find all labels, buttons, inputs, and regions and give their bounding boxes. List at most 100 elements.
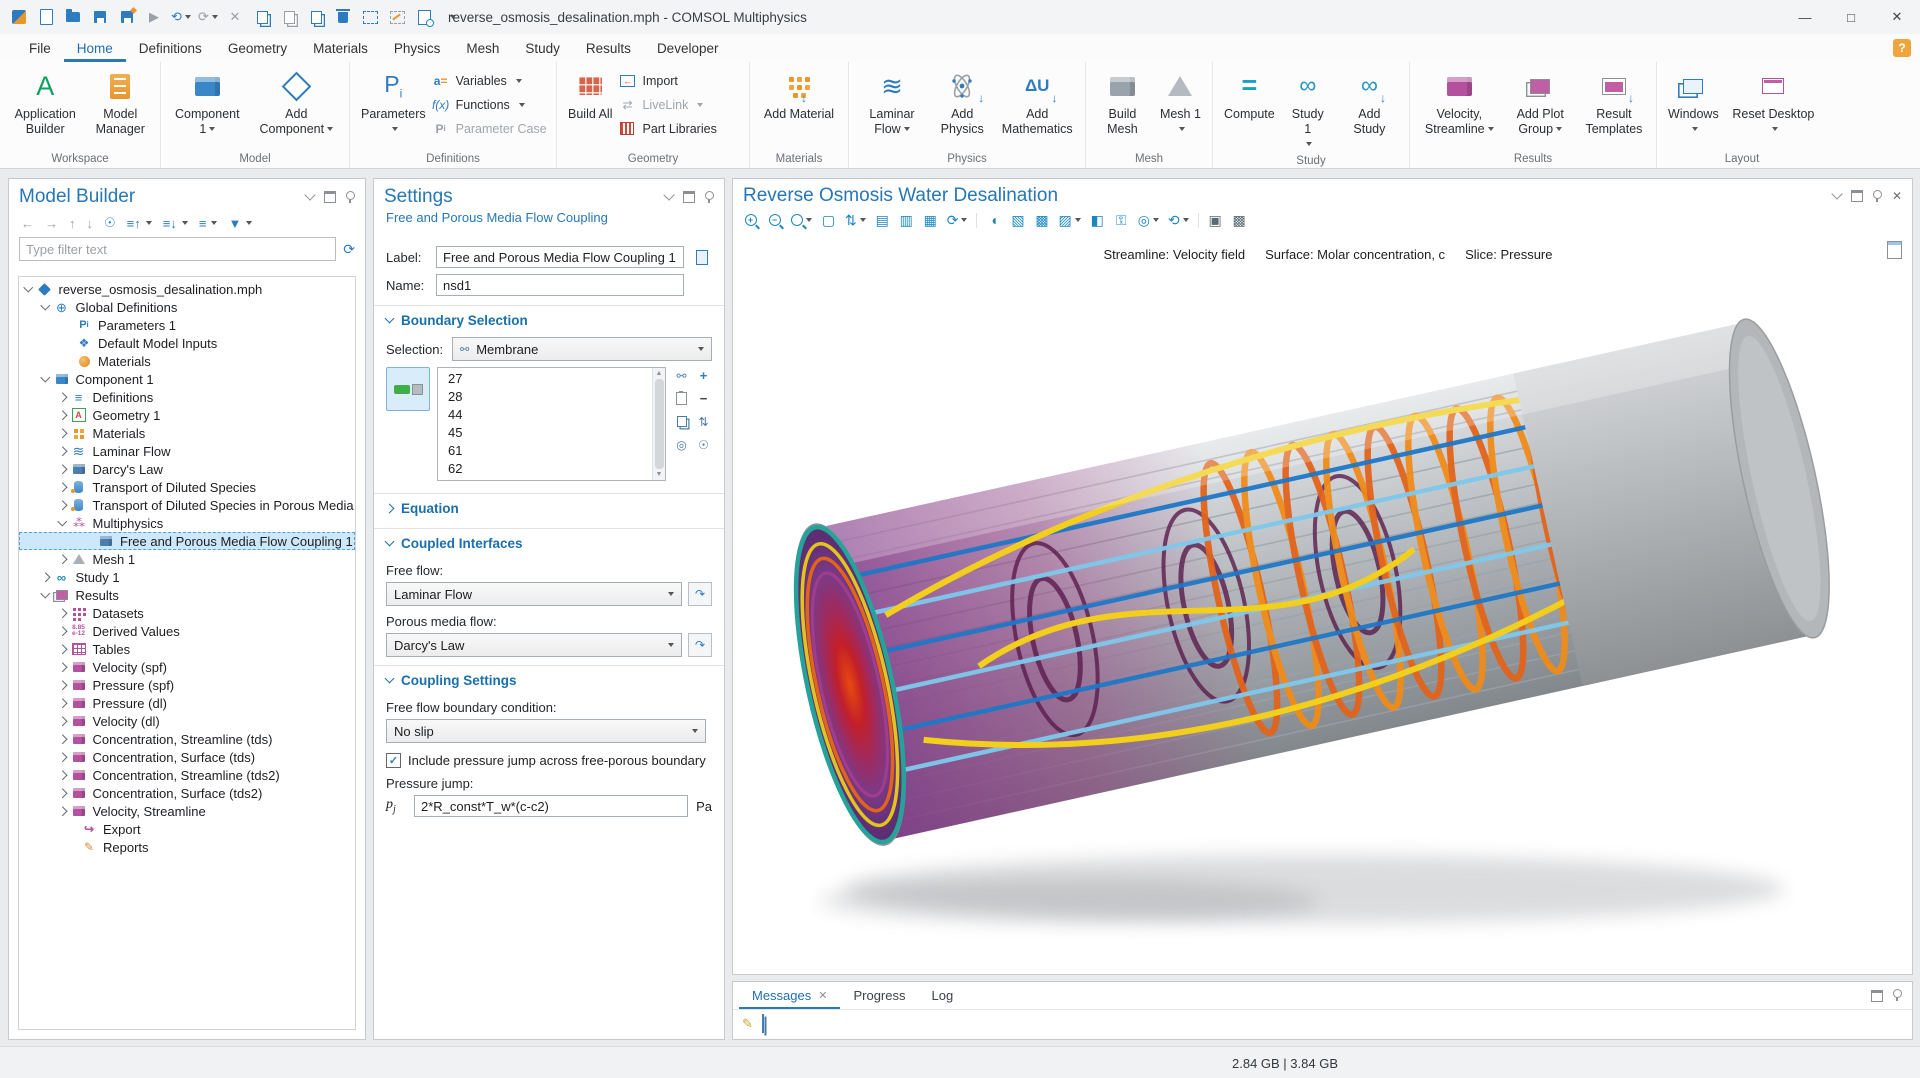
tab-progress[interactable]: Progress	[840, 982, 918, 1009]
tree-item-tables[interactable]: Tables	[19, 640, 355, 658]
pin-panel-icon[interactable]	[346, 191, 355, 200]
add-material-button[interactable]: ↓ Add Material	[758, 64, 840, 124]
copy-selection-icon[interactable]	[673, 413, 690, 430]
boundary-entry[interactable]: 28	[448, 389, 651, 407]
label-input[interactable]: Free and Porous Media Flow Coupling 1	[436, 246, 684, 268]
panel-menu-icon[interactable]	[1831, 188, 1842, 199]
clear-selection-icon[interactable]	[388, 8, 406, 26]
tree-item-global-definitions[interactable]: ⊕Global Definitions	[19, 298, 355, 316]
print-icon[interactable]: ▩	[1232, 212, 1247, 228]
undo-icon[interactable]: ⟲	[172, 8, 190, 26]
tree-item-root[interactable]: reverse_osmosis_desalination.mph	[19, 280, 355, 298]
boundary-entry[interactable]: 61	[448, 443, 651, 461]
tab-physics[interactable]: Physics	[381, 34, 454, 62]
windows-button[interactable]: Windows	[1662, 64, 1725, 139]
parameter-case-button[interactable]: Pi Parameter Case	[432, 119, 547, 138]
save-as-icon[interactable]	[118, 8, 136, 26]
tree-item-conc-streamline-tds[interactable]: Concentration, Streamline (tds)	[19, 730, 355, 748]
add-to-selection-icon[interactable]: +	[695, 367, 712, 384]
add-study-button[interactable]: ∞↓ Add Study	[1335, 64, 1404, 139]
paste-icon[interactable]	[280, 8, 298, 26]
reset-view-icon[interactable]: ⟳	[947, 212, 968, 228]
study-1-button[interactable]: ∞ Study 1	[1281, 64, 1335, 154]
boundary-entry[interactable]: 45	[448, 425, 651, 443]
collapse-tree-icon[interactable]: ≡↓	[163, 216, 188, 231]
tab-mesh[interactable]: Mesh	[453, 34, 512, 62]
go-to-source-icon[interactable]: ↷	[688, 582, 712, 606]
active-toggle-button[interactable]	[386, 367, 430, 411]
tab-materials[interactable]: Materials	[300, 34, 381, 62]
invert-selection-icon[interactable]: ⇅	[695, 413, 712, 430]
tree-item-mesh-1[interactable]: Mesh 1	[19, 550, 355, 568]
application-builder-button[interactable]: A Application Builder	[5, 64, 86, 139]
help-icon[interactable]: ?	[1893, 39, 1911, 57]
tree-item-derived-values[interactable]: 8.85e-12Derived Values	[19, 622, 355, 640]
tree-item-parameters[interactable]: PiParameters 1	[19, 316, 355, 334]
build-mesh-button[interactable]: Build Mesh	[1091, 64, 1154, 139]
tab-developer[interactable]: Developer	[644, 34, 732, 62]
zoom-out-icon[interactable]: −	[767, 212, 782, 228]
save-icon[interactable]	[91, 8, 109, 26]
tab-home[interactable]: Home	[64, 34, 126, 62]
laminar-flow-button[interactable]: ≋ Laminar Flow	[854, 64, 930, 139]
redo-icon[interactable]: ⟳	[199, 8, 217, 26]
paste-selection-icon[interactable]	[673, 390, 690, 407]
clear-messages-icon[interactable]: ✎	[742, 1016, 753, 1032]
tab-geometry[interactable]: Geometry	[215, 34, 300, 62]
tree-item-results[interactable]: Results	[19, 586, 355, 604]
zoom-extents-icon[interactable]	[791, 212, 812, 228]
section-boundary-selection[interactable]: Boundary Selection	[374, 305, 724, 334]
first-person-icon[interactable]: ◎	[1138, 212, 1159, 228]
tree-item-conc-streamline-tds2[interactable]: Concentration, Streamline (tds2)	[19, 766, 355, 784]
tree-item-pressure-spf[interactable]: Pressure (spf)	[19, 676, 355, 694]
close-tab-icon[interactable]: ✕	[818, 989, 827, 1002]
result-templates-button[interactable]: ↓ Result Templates	[1577, 64, 1651, 139]
pin-panel-icon[interactable]	[1873, 190, 1882, 199]
expand-tree-icon[interactable]: ≡↑	[127, 216, 152, 231]
tab-definitions[interactable]: Definitions	[126, 34, 215, 62]
tree-item-pressure-dl[interactable]: Pressure (dl)	[19, 694, 355, 712]
float-panel-icon[interactable]	[683, 191, 695, 203]
tab-results[interactable]: Results	[573, 34, 644, 62]
snapshot-icon[interactable]: ▣	[1208, 212, 1223, 228]
lock-view-icon[interactable]: ⚿	[1114, 212, 1129, 228]
show-icon[interactable]: ☉	[104, 215, 116, 231]
copy-icon[interactable]	[253, 8, 271, 26]
tree-item-darcys-law[interactable]: Darcy's Law	[19, 460, 355, 478]
maximize-button[interactable]: □	[1828, 0, 1874, 34]
float-panel-icon[interactable]	[1851, 190, 1863, 202]
plot-settings-icon[interactable]: ▨	[1058, 212, 1080, 228]
boundary-entry[interactable]: 44	[448, 407, 651, 425]
tree-item-tds[interactable]: Transport of Diluted Species	[19, 478, 355, 496]
tab-file[interactable]: File	[16, 34, 64, 62]
pressure-jump-checkbox[interactable]: ✓	[386, 753, 401, 768]
transparency-icon[interactable]: ◖	[986, 212, 1001, 228]
show-selection-icon[interactable]: ☉	[695, 436, 712, 453]
delete-icon[interactable]	[334, 8, 352, 26]
selection-combo[interactable]: ⚯ Membrane	[452, 337, 712, 361]
model-manager-button[interactable]: Model Manager	[86, 64, 155, 139]
zoom-in-icon[interactable]: +	[743, 212, 758, 228]
free-flow-combo[interactable]: Laminar Flow	[386, 582, 682, 606]
add-component-button[interactable]: Add Component	[249, 64, 344, 139]
zoom-to-selection-icon[interactable]: ◎	[673, 436, 690, 453]
rename-icon[interactable]	[692, 247, 712, 267]
plot-info-icon[interactable]	[1887, 241, 1902, 259]
build-all-button[interactable]: Build All	[562, 64, 618, 124]
float-panel-icon[interactable]	[324, 191, 336, 203]
tree-item-tds-porous[interactable]: Transport of Diluted Species in Porous M…	[19, 496, 355, 514]
new-file-icon[interactable]	[37, 8, 55, 26]
refresh-icon[interactable]: ⟳	[343, 241, 355, 258]
forward-icon[interactable]: →	[45, 216, 58, 231]
compute-button[interactable]: = Compute	[1218, 64, 1281, 124]
tree-item-multiphysics[interactable]: ⁂Multiphysics	[19, 514, 355, 532]
go-to-default-view-icon[interactable]: ⇅	[845, 212, 866, 228]
tree-item-study-1[interactable]: ∞Study 1	[19, 568, 355, 586]
update-plot-icon[interactable]: ⟲	[1168, 212, 1189, 228]
section-equation[interactable]: Equation	[374, 493, 724, 522]
back-icon[interactable]: ←	[21, 216, 34, 231]
run-icon[interactable]: ▶	[145, 8, 163, 26]
section-coupled-interfaces[interactable]: Coupled Interfaces	[374, 528, 724, 557]
filter-icon[interactable]: ▼	[228, 216, 252, 231]
tree-item-definitions[interactable]: ≡Definitions	[19, 388, 355, 406]
